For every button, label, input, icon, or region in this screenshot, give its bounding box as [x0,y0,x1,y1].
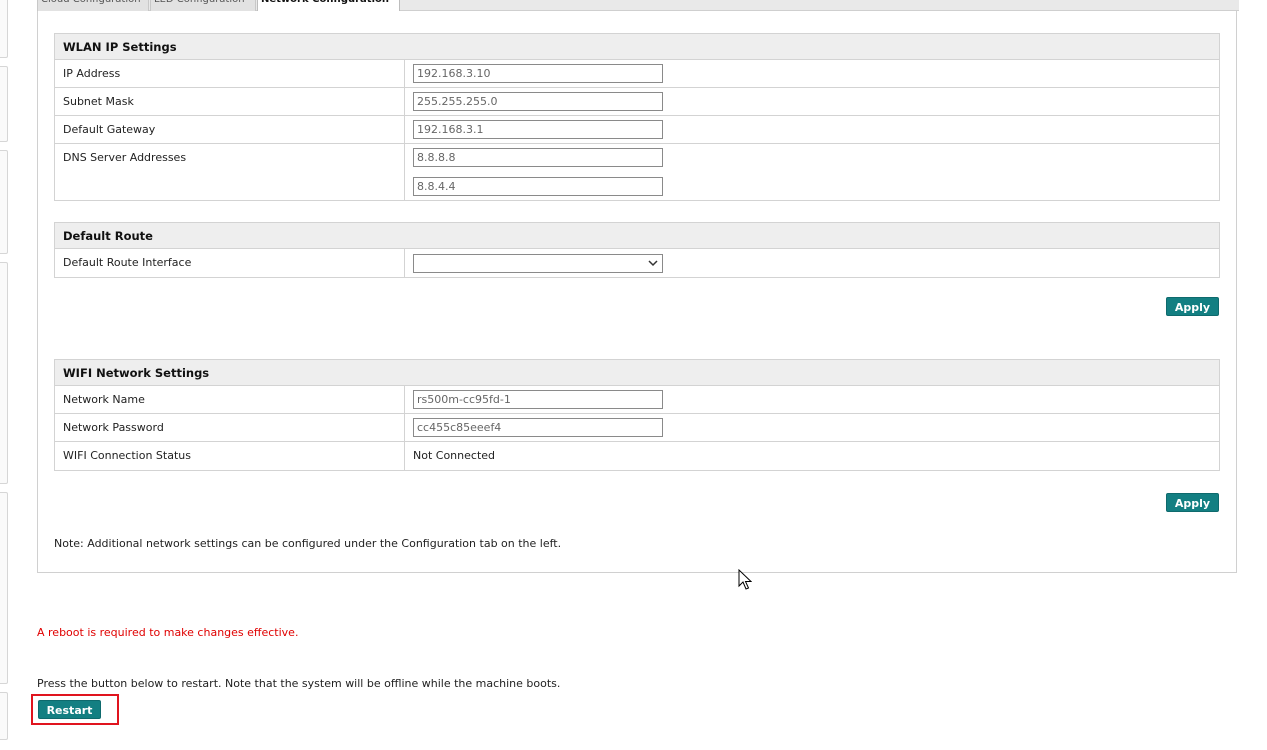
network-password-row: Network Password [55,414,1219,442]
left-sidebar-edge [0,0,10,750]
default-gateway-label: Default Gateway [63,123,156,136]
section-title: WIFI Network Settings [55,360,1219,386]
mouse-cursor-icon [738,569,752,590]
section-title: Default Route [55,223,1219,249]
subnet-mask-row: Subnet Mask [55,88,1219,116]
network-name-row: Network Name [55,386,1219,414]
chevron-down-icon [648,260,658,267]
route-apply-button[interactable]: Apply [1166,297,1219,316]
sidebar-segment [0,692,8,740]
default-route-interface-row: Default Route Interface [55,249,1219,277]
dns-servers-label: DNS Server Addresses [63,151,187,164]
sidebar-segment [0,262,8,484]
restart-instructions: Press the button below to restart. Note … [37,677,561,690]
network-note: Note: Additional network settings can be… [54,537,562,550]
wlan-ip-settings-section: WLAN IP Settings IP Address Subnet Mask … [54,33,1220,201]
dns-servers-row: DNS Server Addresses [55,144,1219,200]
sidebar-segment [0,492,8,684]
wifi-network-settings-section: WIFI Network Settings Network Name Netwo… [54,359,1220,471]
default-gateway-input[interactable] [413,120,663,139]
dns-primary-input[interactable] [413,148,663,167]
wifi-status-row: WIFI Connection Status Not Connected [55,442,1219,470]
sidebar-segment [0,150,8,254]
section-title: WLAN IP Settings [55,34,1219,60]
network-password-input[interactable] [413,418,663,437]
dns-secondary-input[interactable] [413,177,663,196]
network-name-label: Network Name [63,393,145,406]
config-tabs: Cloud Configuration LED Configuration Ne… [37,0,1239,12]
restart-button[interactable]: Restart [38,700,101,719]
sidebar-segment [0,66,8,142]
default-route-interface-select[interactable] [413,254,663,273]
tab-cloud-configuration[interactable]: Cloud Configuration [37,0,149,11]
subnet-mask-input[interactable] [413,92,663,111]
network-password-label: Network Password [63,421,164,434]
ip-address-label: IP Address [63,67,121,80]
wifi-status-label: WIFI Connection Status [63,449,191,462]
wifi-status-value: Not Connected [413,449,496,462]
tab-led-configuration[interactable]: LED Configuration [150,0,256,11]
default-gateway-row: Default Gateway [55,116,1219,144]
ip-address-input[interactable] [413,64,663,83]
ip-address-row: IP Address [55,60,1219,88]
default-route-section: Default Route Default Route Interface [54,222,1220,278]
network-name-input[interactable] [413,390,663,409]
subnet-mask-label: Subnet Mask [63,95,134,108]
wifi-apply-button[interactable]: Apply [1166,493,1219,512]
default-route-interface-label: Default Route Interface [63,256,192,269]
reboot-required-message: A reboot is required to make changes eff… [37,626,299,639]
sidebar-segment [0,0,8,58]
